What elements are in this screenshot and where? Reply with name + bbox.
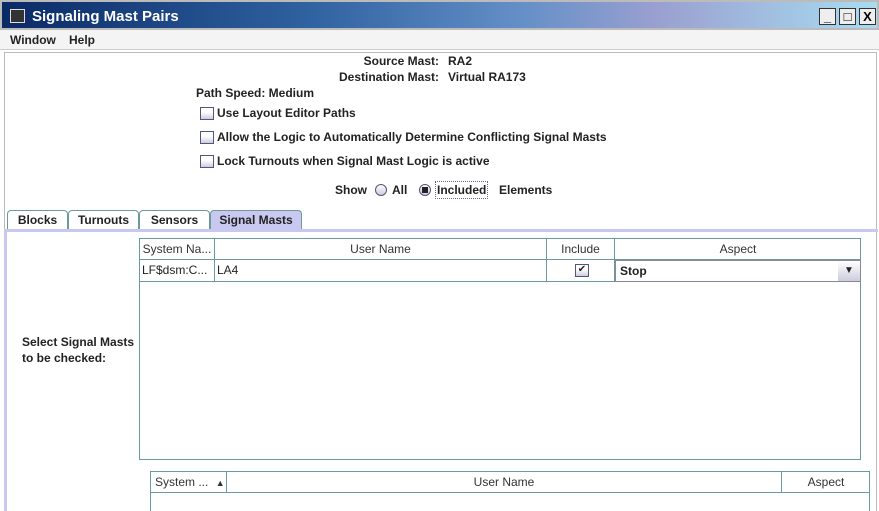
cell-system-name: LF$dsm:C... [140,260,215,282]
title-bar: Signaling Mast Pairs _ □ X [0,0,879,30]
close-button[interactable]: X [859,8,876,25]
aspect-value: Stop [620,264,647,278]
cell-user-name: LA4 [215,260,547,282]
chevron-down-icon[interactable]: ▼ [838,261,860,281]
tab-turnouts[interactable]: Turnouts [68,210,139,230]
use-layout-editor-paths-checkbox[interactable] [200,107,214,120]
show-all-radio[interactable] [375,184,387,196]
col2-system-label: System ... [155,475,209,489]
elements-label: Elements [499,183,553,197]
auto-conflicting-label: Allow the Logic to Automatically Determi… [217,130,607,144]
window-title: Signaling Mast Pairs [32,8,179,25]
app-icon [10,9,25,23]
path-speed: Path Speed: Medium [196,86,315,100]
menu-help[interactable]: Help [69,33,95,47]
menu-bar: Window Help [0,30,879,50]
minimize-button[interactable]: _ [819,8,836,25]
sort-ascending-icon: ▲ [215,478,225,488]
select-masts-label-2: to be checked: [22,351,107,365]
col2-aspect[interactable]: Aspect [782,472,870,493]
destination-mast-value: Virtual RA173 [448,70,526,84]
source-mast-label: Source Mast: [363,54,439,68]
include-checkbox[interactable]: ✔ [575,264,589,277]
col2-system-name[interactable]: System ... ▲ [151,472,227,493]
aspect-combobox[interactable]: Stop ▼ [615,260,861,282]
select-masts-label-1: Select Signal Masts [22,335,135,349]
source-mast-value: RA2 [448,54,473,68]
show-all-label: All [392,183,408,197]
tab-blocks[interactable]: Blocks [7,210,68,230]
col-user-name[interactable]: User Name [215,239,547,260]
cell-include: ✔ [547,260,615,282]
tab-signal-masts[interactable]: Signal Masts [210,210,302,231]
selected-masts-table: System ... ▲ User Name Aspect [150,471,870,511]
use-layout-editor-paths-label: Use Layout Editor Paths [217,106,356,120]
show-label: Show [335,183,367,197]
lock-turnouts-checkbox[interactable] [200,155,214,168]
col2-user-name[interactable]: User Name [227,472,782,493]
col-aspect[interactable]: Aspect [615,239,861,260]
auto-conflicting-checkbox[interactable] [200,131,214,144]
col-include[interactable]: Include [547,239,615,260]
menu-window[interactable]: Window [10,33,56,47]
tab-sensors[interactable]: Sensors [139,210,210,230]
lock-turnouts-label: Lock Turnouts when Signal Mast Logic is … [217,154,490,168]
signal-masts-table: System Na... User Name Include Aspect LF… [139,238,861,460]
maximize-button[interactable]: □ [839,8,856,25]
col-system-name[interactable]: System Na... [140,239,215,260]
show-included-label: Included [435,181,489,199]
show-included-radio[interactable] [419,184,431,196]
destination-mast-label: Destination Mast: [338,70,439,84]
